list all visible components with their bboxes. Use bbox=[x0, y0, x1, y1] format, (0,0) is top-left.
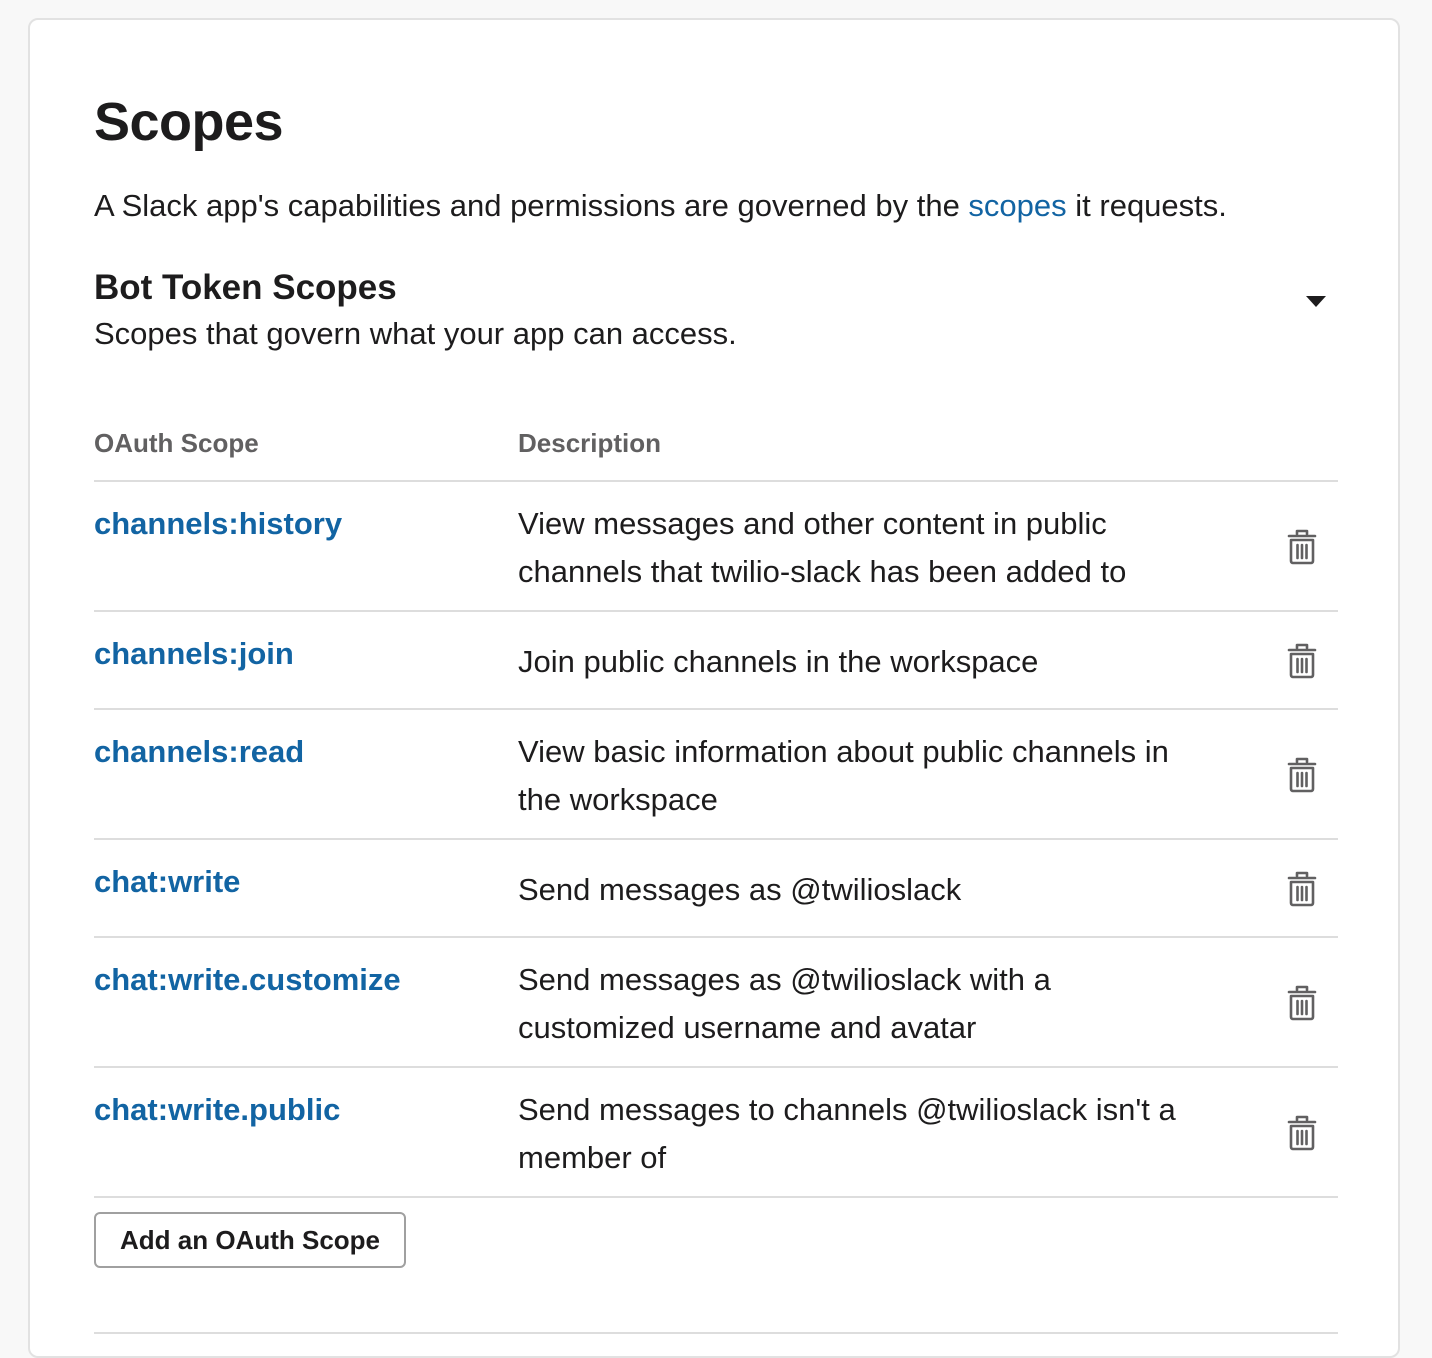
table-row: chat:write Send messages as @twilioslack bbox=[94, 840, 1338, 938]
table-row: chat:write.customize Send messages as @t… bbox=[94, 938, 1338, 1068]
scope-description: Send messages as @twilioslack with a cus… bbox=[518, 962, 1051, 1045]
scope-name[interactable]: chat:write.public bbox=[94, 1090, 340, 1130]
page-title: Scopes bbox=[94, 92, 284, 152]
trash-icon bbox=[1287, 529, 1317, 565]
scope-name[interactable]: channels:history bbox=[94, 504, 342, 544]
scope-description: View messages and other content in publi… bbox=[518, 506, 1127, 589]
delete-scope-button[interactable] bbox=[1282, 641, 1322, 681]
scope-description: Join public channels in the workspace bbox=[518, 644, 1039, 679]
table-row: channels:join Join public channels in th… bbox=[94, 612, 1338, 710]
table-header: OAuth Scope Description bbox=[94, 420, 1338, 482]
delete-scope-button[interactable] bbox=[1282, 1113, 1322, 1153]
caret-down-icon bbox=[1306, 296, 1326, 307]
delete-scope-button[interactable] bbox=[1282, 983, 1322, 1023]
trash-icon bbox=[1287, 643, 1317, 679]
scope-description: Send messages as @twilioslack bbox=[518, 872, 962, 907]
scope-name[interactable]: chat:write bbox=[94, 862, 240, 902]
table-row: channels:read View basic information abo… bbox=[94, 710, 1338, 840]
trash-icon bbox=[1287, 1115, 1317, 1151]
add-oauth-scope-button[interactable]: Add an OAuth Scope bbox=[94, 1212, 406, 1268]
table-row: chat:write.public Send messages to chann… bbox=[94, 1068, 1338, 1198]
scope-name[interactable]: chat:write.customize bbox=[94, 960, 401, 1000]
scopes-table: OAuth Scope Description channels:history… bbox=[94, 420, 1338, 1198]
intro-text-before: A Slack app's capabilities and permissio… bbox=[94, 188, 969, 223]
scopes-link[interactable]: scopes bbox=[968, 188, 1066, 223]
delete-scope-button[interactable] bbox=[1282, 755, 1322, 795]
scope-name[interactable]: channels:read bbox=[94, 732, 304, 772]
scope-description: View basic information about public chan… bbox=[518, 734, 1169, 817]
scope-name[interactable]: channels:join bbox=[94, 634, 294, 674]
column-header-oauth-scope: OAuth Scope bbox=[94, 428, 259, 458]
scopes-card: Scopes A Slack app's capabilities and pe… bbox=[28, 18, 1400, 1358]
intro-text-after: it requests. bbox=[1066, 188, 1227, 223]
divider bbox=[94, 1332, 1338, 1334]
delete-scope-button[interactable] bbox=[1282, 869, 1322, 909]
intro-text: A Slack app's capabilities and permissio… bbox=[94, 186, 1227, 226]
trash-icon bbox=[1287, 757, 1317, 793]
bot-token-scopes-subtitle: Scopes that govern what your app can acc… bbox=[94, 316, 737, 351]
table-row: channels:history View messages and other… bbox=[94, 482, 1338, 612]
trash-icon bbox=[1287, 871, 1317, 907]
scope-description: Send messages to channels @twilioslack i… bbox=[518, 1092, 1176, 1175]
trash-icon bbox=[1287, 985, 1317, 1021]
section-collapse-toggle[interactable] bbox=[1300, 286, 1332, 318]
bot-token-scopes-title: Bot Token Scopes bbox=[94, 268, 397, 307]
delete-scope-button[interactable] bbox=[1282, 527, 1322, 567]
column-header-description: Description bbox=[518, 428, 662, 458]
